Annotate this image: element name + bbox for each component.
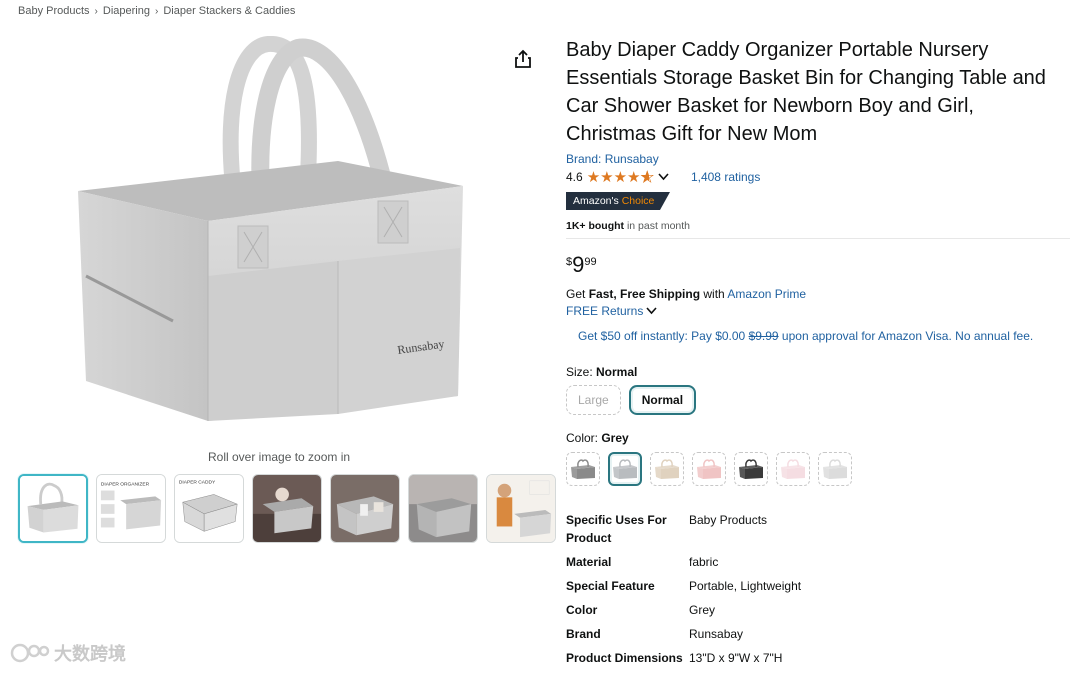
main-product-image[interactable]: Runsabay [68,35,498,446]
color-swatches [566,452,1066,486]
divider [566,238,1070,239]
spec-key: Color [566,603,598,617]
thumbnail-1[interactable] [18,474,88,543]
spec-key: Material [566,555,612,569]
spec-row: Material fabric [566,550,801,574]
breadcrumb-separator: › [154,5,159,17]
zoom-hint: Roll over image to zoom in [208,450,351,464]
visa-promo-link[interactable]: Get $50 off instantly: Pay $0.00 $9.99 u… [578,329,1066,343]
color-swatch-6[interactable] [776,452,810,486]
star-full-icon: ★ [586,169,601,186]
spec-value: 13"D x 9"W x 7"H [689,651,783,665]
spec-row: Product Dimensions 13"D x 9"W x 7"H [566,646,801,670]
chevron-down-icon [646,307,657,315]
size-option-normal[interactable]: Normal [628,385,697,415]
watermark: 大数跨境 [10,640,126,666]
caddy-swatch-icon [781,459,805,479]
spec-value: Baby Products [689,513,768,527]
star-full-icon: ★ [613,169,628,186]
breadcrumb-baby-products[interactable]: Baby Products [18,5,90,17]
caddy-swatch-icon [571,459,595,479]
badge-prefix: Amazon's [573,195,619,207]
size-selected: Normal [596,365,638,379]
caddy-swatch-icon [823,459,847,479]
breadcrumb: Baby Products › Diapering › Diaper Stack… [18,5,295,17]
spec-row: Specific Uses For Product Baby Products [566,508,801,550]
spec-key: Special Feature [566,579,655,593]
shipping-info: Get Fast, Free Shipping with Amazon Prim… [566,287,807,301]
breadcrumb-diaper-stackers[interactable]: Diaper Stackers & Caddies [163,5,295,17]
diaper-caddy-photo: Runsabay [78,35,463,421]
spec-row: Color Grey [566,598,801,622]
star-half-icon: ★ [640,169,654,187]
breadcrumb-separator: › [94,5,98,17]
caddy-swatch-icon [697,459,721,479]
watermark-logo-icon [10,643,50,663]
thumbnail-5[interactable] [330,474,400,543]
ratings-count-link[interactable]: 1,408 ratings [691,170,760,184]
spec-value: Portable, Lightweight [689,579,802,593]
size-label: Size: Normal [566,365,638,379]
spec-key: Specific Uses For Product [566,513,667,545]
size-option-large[interactable]: Large [566,385,621,415]
price-fraction: 99 [584,256,597,268]
color-swatch-7[interactable] [818,452,852,486]
breadcrumb-diapering[interactable]: Diapering [103,5,150,17]
brand-link[interactable]: Brand: Runsabay [566,152,1066,166]
color-selected: Grey [601,431,629,445]
rating-row: 4.6 ★ ★ ★ ★ ★ 1,408 ratings [566,168,1066,187]
star-full-icon: ★ [600,169,614,186]
bought-in-past-month: 1K+ bought in past month [566,220,690,232]
thumbnail-4[interactable] [252,474,322,543]
rating-value: 4.6 [566,170,583,184]
caddy-swatch-icon [739,459,763,479]
color-swatch-5[interactable] [734,452,768,486]
badge-suffix: Choice [621,195,655,207]
spec-value: Grey [689,603,716,617]
size-options: Large Normal [566,385,1066,415]
spec-value: Runsabay [689,627,744,641]
spec-value: fabric [689,555,719,569]
chevron-down-icon[interactable] [658,170,669,184]
amazon-prime-link[interactable]: Amazon Prime [727,287,806,301]
thumbnail-7[interactable] [486,474,556,543]
color-swatch-3[interactable] [650,452,684,486]
price: $ 9 99 [566,253,1066,277]
star-full-icon: ★ [627,169,641,186]
amazons-choice-badge: Amazon's Choice [566,192,671,210]
specs-table: Specific Uses For Product Baby Products M… [566,508,801,670]
caddy-swatch-icon [655,459,679,479]
thumbnail-3[interactable]: DIAPER CADDY [174,474,244,543]
svg-text:DIAPER ORGANIZER: DIAPER ORGANIZER [101,482,150,488]
thumbnail-strip: DIAPER ORGANIZER DIAPER CADDY [18,474,556,543]
product-title: Baby Diaper Caddy Organizer Portable Nur… [566,39,1046,145]
spec-key: Product Dimensions [566,651,683,665]
thumbnail-6[interactable] [408,474,478,543]
star-rating-icon[interactable]: ★ ★ ★ ★ ★ [586,168,655,187]
price-whole: 9 [572,252,585,277]
spec-key: Brand [566,627,601,641]
color-label: Color: Grey [566,431,629,445]
svg-text:DIAPER CADDY: DIAPER CADDY [179,480,216,486]
color-swatch-4[interactable] [692,452,726,486]
share-icon[interactable] [512,48,534,70]
color-swatch-2[interactable] [608,452,642,486]
spec-row: Special Feature Portable, Lightweight [566,574,801,598]
free-returns-link[interactable]: FREE Returns [566,304,1066,318]
color-swatch-1[interactable] [566,452,600,486]
thumbnail-2[interactable]: DIAPER ORGANIZER [96,474,166,543]
spec-row: Brand Runsabay [566,622,801,646]
product-details: Baby Diaper Caddy Organizer Portable Nur… [566,36,1070,670]
caddy-swatch-icon [613,459,637,479]
